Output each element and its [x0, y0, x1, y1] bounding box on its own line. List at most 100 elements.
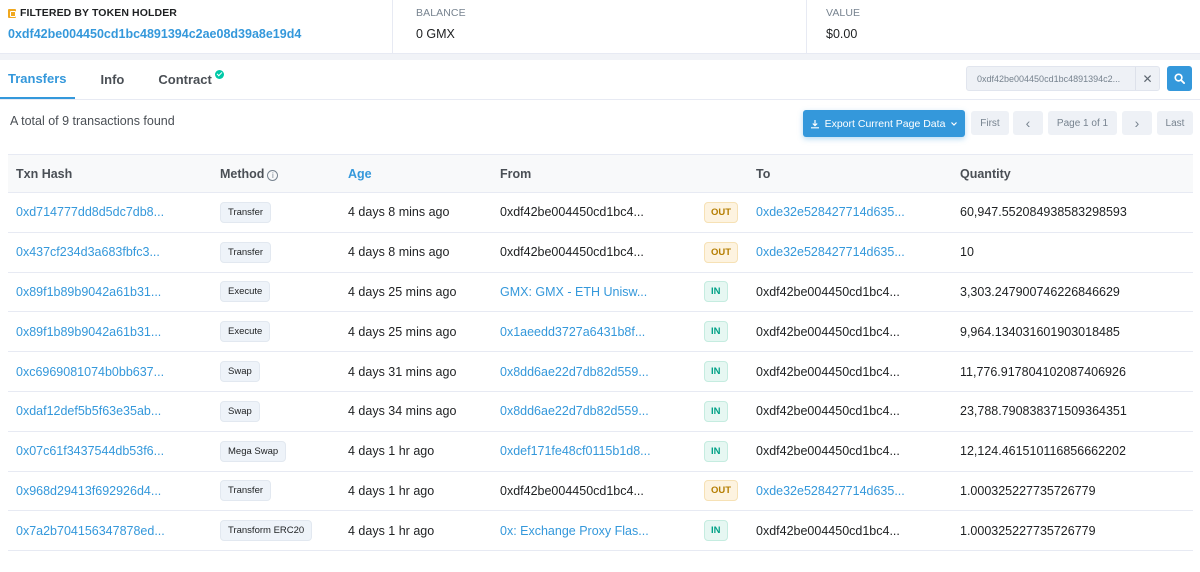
from-address[interactable]: 0x: Exchange Proxy Flas...	[500, 524, 649, 538]
from-address[interactable]: 0xdef171fe48cf0115b1d8...	[500, 444, 651, 458]
export-label: Export Current Page Data	[824, 117, 946, 130]
pager-next-button[interactable]: ›	[1122, 111, 1152, 135]
total-transactions-text: A total of 9 transactions found	[10, 114, 175, 128]
txn-hash-link[interactable]: 0x968d29413f692926d4...	[16, 484, 161, 498]
method-badge: Transfer	[220, 480, 272, 502]
txn-hash-link[interactable]: 0x437cf234d3a683fbfc3...	[16, 245, 160, 259]
search-icon	[1174, 73, 1185, 84]
header-direction	[696, 155, 748, 193]
holder-filter-panel: FILTERED BY TOKEN HOLDER 0xdf42be004450c…	[0, 0, 392, 53]
direction-badge: OUT	[704, 241, 739, 263]
direction-badge: IN	[704, 400, 728, 422]
method-badge: Transfer	[220, 241, 272, 263]
tab-info-label: Info	[100, 72, 125, 87]
balance-panel: BALANCE 0 GMX	[392, 0, 806, 53]
quantity-value: 3,303.247900746226846629	[960, 284, 1120, 299]
txn-hash-link[interactable]: 0xd714777dd8d5dc7db8...	[16, 205, 164, 219]
address-filter-input[interactable]: 0xdf42be004450cd1bc4891394c2... ✕	[966, 66, 1160, 91]
txn-hash-link[interactable]: 0x89f1b89b9042a61b31...	[16, 285, 161, 299]
tab-contract[interactable]: Contract	[150, 60, 231, 99]
age-text: 4 days 25 mins ago	[348, 324, 457, 339]
from-address[interactable]: 0x8dd6ae22d7db82d559...	[500, 365, 649, 379]
filter-label: FILTERED BY TOKEN HOLDER	[20, 7, 177, 19]
clear-filter-icon[interactable]: ✕	[1135, 67, 1159, 90]
pager-page-indicator: Page 1 of 1	[1048, 111, 1117, 135]
direction-badge: IN	[704, 321, 728, 343]
tab-transfers[interactable]: Transfers	[0, 60, 75, 99]
to-address[interactable]: 0xde32e528427714d635...	[756, 484, 905, 498]
method-badge: Swap	[220, 361, 260, 383]
tab-transfers-label: Transfers	[8, 71, 67, 86]
header-age[interactable]: Age	[340, 155, 492, 193]
txn-hash-link[interactable]: 0x7a2b704156347878ed...	[16, 524, 165, 538]
holder-address-link[interactable]: 0xdf42be004450cd1bc4891394c2ae08d39a8e19…	[8, 27, 392, 41]
age-text: 4 days 1 hr ago	[348, 444, 435, 459]
to-address: 0xdf42be004450cd1bc4...	[756, 324, 900, 339]
balance-label: BALANCE	[416, 7, 466, 19]
to-address: 0xdf42be004450cd1bc4...	[756, 284, 900, 299]
table-row: 0x437cf234d3a683fbfc3... Transfer 4 days 8…	[8, 232, 1193, 273]
from-address: 0xdf42be004450cd1bc4...	[500, 205, 644, 220]
age-text: 4 days 1 hr ago	[348, 483, 435, 498]
direction-badge: IN	[704, 520, 728, 542]
direction-badge: IN	[704, 281, 728, 303]
balance-value: 0 GMX	[416, 27, 455, 41]
table-row: 0xd714777dd8d5dc7db8... Transfer 4 days 8 …	[8, 193, 1193, 233]
quantity-value: 1.000325227735726779	[960, 523, 1096, 538]
pager-last-button[interactable]: Last	[1157, 111, 1193, 135]
to-address: 0xdf42be004450cd1bc4...	[756, 444, 900, 459]
to-address[interactable]: 0xde32e528427714d635...	[756, 245, 905, 259]
txn-hash-link[interactable]: 0xc6969081074b0bb637...	[16, 365, 164, 379]
to-address: 0xdf42be004450cd1bc4...	[756, 404, 900, 419]
tab-bar: Transfers Info Contract 0xdf42be004450cd…	[0, 60, 1200, 100]
header-txn-hash: Txn Hash	[16, 166, 73, 181]
method-badge: Mega Swap	[220, 440, 287, 462]
to-address: 0xdf42be004450cd1bc4...	[756, 364, 900, 379]
verified-check-icon	[214, 70, 224, 79]
tab-info[interactable]: Info	[93, 60, 133, 99]
direction-badge: OUT	[704, 201, 739, 223]
age-text: 4 days 34 mins ago	[348, 404, 457, 419]
value-panel: VALUE $0.00	[806, 0, 1200, 53]
table-row: 0x7a2b704156347878ed... Transform ERC20 4 …	[8, 511, 1193, 551]
method-badge: Transform ERC20	[220, 520, 313, 542]
age-text: 4 days 1 hr ago	[348, 523, 435, 538]
search-button[interactable]	[1167, 66, 1192, 91]
age-text: 4 days 8 mins ago	[348, 205, 450, 220]
quantity-value: 60,947.552084938583298593	[960, 205, 1127, 220]
txn-hash-link[interactable]: 0x89f1b89b9042a61b31...	[16, 325, 161, 339]
value-label: VALUE	[826, 7, 861, 19]
quantity-value: 10	[960, 245, 974, 260]
results-toolbar: A total of 9 transactions found Export C…	[0, 100, 1200, 152]
info-icon[interactable]: i	[267, 169, 279, 181]
from-address: 0xdf42be004450cd1bc4...	[500, 245, 644, 260]
transfers-table: Txn Hash Method i Age From To Quantity 0x…	[8, 154, 1193, 551]
direction-badge: IN	[704, 440, 728, 462]
txn-hash-link[interactable]: 0x07c61f3437544db53f6...	[16, 444, 164, 458]
from-address[interactable]: 0x1aeedd3727a6431b8f...	[500, 325, 645, 339]
table-row: 0xc6969081074b0bb637... Swap 4 days 31 min…	[8, 352, 1193, 392]
table-row: 0x07c61f3437544db53f6... Mega Swap 4 days …	[8, 431, 1193, 472]
method-badge: Execute	[220, 321, 271, 343]
from-address[interactable]: GMX: GMX - ETH Unisw...	[500, 285, 647, 299]
header-from: From	[500, 166, 532, 181]
table-header-row: Txn Hash Method i Age From To Quantity	[8, 154, 1193, 193]
tab-contract-label: Contract	[158, 72, 212, 87]
from-address[interactable]: 0x8dd6ae22d7db82d559...	[500, 404, 649, 418]
value-amount: $0.00	[826, 27, 858, 41]
filter-label-row: FILTERED BY TOKEN HOLDER	[8, 7, 392, 19]
export-current-page-button[interactable]: Export Current Page Data	[803, 110, 965, 137]
token-holder-summary: FILTERED BY TOKEN HOLDER 0xdf42be004450c…	[0, 0, 1200, 54]
txn-hash-link[interactable]: 0xdaf12def5b5f63e35ab...	[16, 404, 161, 418]
pager-prev-button[interactable]: ‹	[1013, 111, 1043, 135]
from-address: 0xdf42be004450cd1bc4...	[500, 483, 644, 498]
to-address: 0xdf42be004450cd1bc4...	[756, 523, 900, 538]
pager-first-button[interactable]: First	[971, 111, 1009, 135]
quantity-value: 23,788.790838371509364351	[960, 404, 1127, 419]
method-badge: Swap	[220, 400, 260, 422]
download-icon	[810, 119, 819, 128]
to-address[interactable]: 0xde32e528427714d635...	[756, 205, 905, 219]
direction-badge: IN	[704, 361, 728, 383]
header-quantity: Quantity	[960, 166, 1011, 181]
header-method-label: Method	[220, 166, 265, 181]
